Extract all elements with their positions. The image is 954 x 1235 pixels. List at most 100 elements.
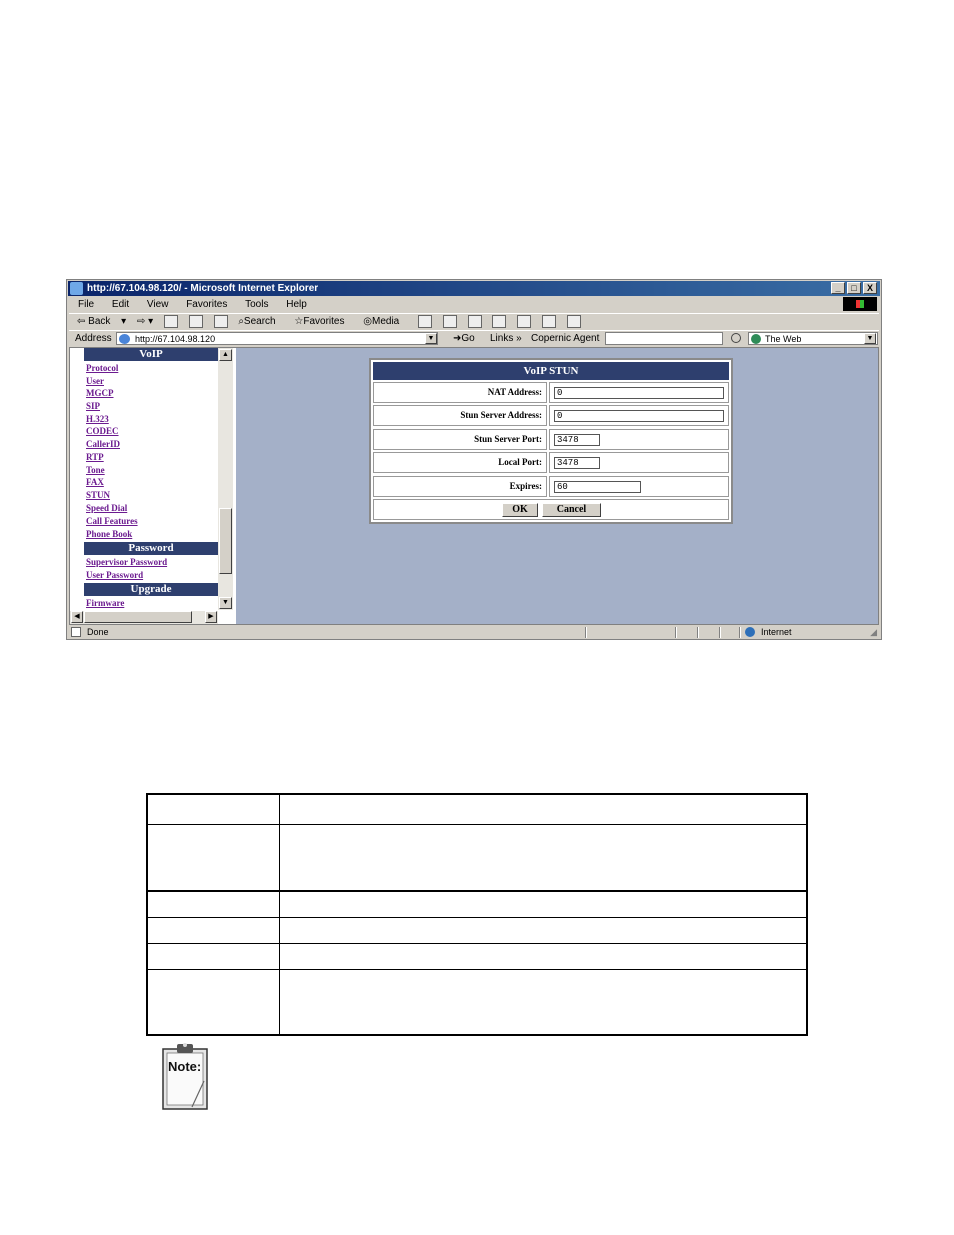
menu-view[interactable]: View [147, 297, 169, 312]
nav-link-stun[interactable]: STUN [86, 490, 110, 500]
nav-link-callerid[interactable]: CallerID [86, 439, 120, 449]
menu-help[interactable]: Help [286, 297, 307, 312]
menu-edit[interactable]: Edit [112, 297, 129, 312]
local-port-input[interactable] [554, 457, 600, 469]
close-button[interactable]: X [863, 282, 877, 294]
search-button[interactable]: ⌕Search [238, 314, 283, 330]
form-row-nat-address: NAT Address: [373, 382, 729, 403]
nav-link-protocol[interactable]: Protocol [86, 363, 118, 373]
favorites-button[interactable]: ☆Favorites [294, 314, 352, 330]
table-row-divider [148, 943, 806, 944]
forward-button[interactable]: ⇨ ▾ [137, 314, 153, 330]
address-url: http://67.104.98.120 [135, 334, 216, 344]
search-icon[interactable] [731, 333, 741, 343]
table-row-divider [148, 917, 806, 918]
nav-link-sip[interactable]: SIP [86, 401, 100, 411]
table-row-divider [148, 890, 806, 892]
main-frame: VoIP STUN NAT Address: Stun Server Addre… [236, 348, 878, 624]
edit-icon[interactable] [492, 314, 507, 328]
nat-address-label: NAT Address: [373, 382, 547, 403]
title-bar: http://67.104.98.120/ - Microsoft Intern… [68, 281, 880, 296]
voip-stun-form: VoIP STUN NAT Address: Stun Server Addre… [369, 358, 733, 524]
navigation-frame: VoIP Protocol User MGCP SIP H.323 CODEC … [70, 348, 234, 624]
menu-favorites[interactable]: Favorites [186, 297, 227, 312]
window-title: http://67.104.98.120/ - Microsoft Intern… [87, 283, 319, 294]
globe-icon [751, 334, 761, 344]
browser-window: http://67.104.98.120/ - Microsoft Intern… [66, 279, 882, 640]
favorites-label: Favorites [303, 316, 345, 327]
form-row-stun-server-port: Stun Server Port: [373, 429, 729, 450]
address-input[interactable]: http://67.104.98.120 [116, 332, 438, 345]
status-text: Done [87, 627, 109, 637]
nav-link-mgcp[interactable]: MGCP [86, 388, 114, 398]
form-row-local-port: Local Port: [373, 452, 729, 473]
nav-heading-voip: VoIP [84, 348, 218, 361]
nav-link-supervisor-password[interactable]: Supervisor Password [86, 557, 167, 567]
copernic-agent-label: Copernic Agent [531, 333, 600, 344]
discuss-icon[interactable] [517, 314, 532, 328]
scroll-thumb[interactable] [219, 508, 232, 574]
scroll-up-icon[interactable]: ▲ [219, 349, 232, 361]
table-column-divider [279, 795, 280, 1034]
search-scope-select[interactable]: The Web ▼ [748, 332, 878, 345]
home-icon[interactable] [213, 314, 228, 328]
history-icon[interactable] [418, 314, 433, 328]
nav-heading-password: Password [84, 542, 218, 555]
nat-address-input[interactable] [554, 387, 724, 399]
nav-link-codec[interactable]: CODEC [86, 426, 119, 436]
back-button[interactable]: ⇦ Back ▾ [77, 314, 126, 330]
nav-link-firmware[interactable]: Firmware [86, 598, 124, 608]
media-button[interactable]: ◎Media [363, 314, 407, 330]
windows-logo-icon [843, 297, 877, 311]
scroll-right-icon[interactable]: ▶ [205, 611, 217, 623]
internet-zone-icon [745, 627, 755, 637]
nav-horizontal-scrollbar[interactable]: ◀ ▶ [70, 611, 218, 624]
media-label: Media [372, 316, 400, 327]
nav-link-rtp[interactable]: RTP [86, 452, 104, 462]
go-button[interactable]: ➜Go [453, 331, 475, 347]
ok-button[interactable]: OK [502, 503, 538, 517]
resize-grip-icon[interactable]: ◢ [870, 626, 877, 639]
copernic-search-input[interactable] [605, 332, 723, 345]
scroll-down-icon[interactable]: ▼ [219, 597, 232, 609]
page-done-icon [71, 627, 81, 637]
nav-link-tone[interactable]: Tone [86, 465, 105, 475]
nav-link-call-features[interactable]: Call Features [86, 516, 138, 526]
search-scope-dropdown-button[interactable]: ▼ [864, 333, 876, 344]
stun-server-address-input[interactable] [554, 410, 724, 422]
expires-input[interactable] [554, 481, 641, 493]
research-icon[interactable] [566, 314, 581, 328]
nav-link-h323[interactable]: H.323 [86, 414, 109, 424]
menu-file[interactable]: File [78, 297, 94, 312]
table-row-divider [148, 824, 806, 825]
search-scope-value: The Web [765, 334, 802, 344]
hscroll-thumb[interactable] [84, 611, 192, 623]
ie-icon [70, 282, 83, 295]
form-row-stun-server-address: Stun Server Address: [373, 405, 729, 426]
stun-server-port-input[interactable] [554, 434, 600, 446]
menu-tools[interactable]: Tools [245, 297, 268, 312]
minimize-button[interactable]: _ [831, 282, 845, 294]
nav-link-phone-book[interactable]: Phone Book [86, 529, 132, 539]
browser-content: VoIP Protocol User MGCP SIP H.323 CODEC … [69, 347, 879, 625]
maximize-button[interactable]: □ [847, 282, 861, 294]
links-button[interactable]: Links » [490, 331, 522, 347]
refresh-icon[interactable] [188, 314, 203, 328]
messenger-icon[interactable] [541, 314, 556, 328]
cancel-button[interactable]: Cancel [542, 503, 601, 517]
address-bar: Address http://67.104.98.120 ▼ ➜Go Links… [69, 330, 879, 347]
nav-link-speed-dial[interactable]: Speed Dial [86, 503, 127, 513]
nav-link-user[interactable]: User [86, 376, 104, 386]
stop-icon[interactable] [163, 314, 178, 328]
nav-link-user-password[interactable]: User Password [86, 570, 143, 580]
nav-link-fax[interactable]: FAX [86, 477, 104, 487]
print-icon[interactable] [467, 314, 482, 328]
expires-label: Expires: [373, 476, 547, 497]
form-row-expires: Expires: [373, 476, 729, 497]
scroll-left-icon[interactable]: ◀ [71, 611, 83, 623]
status-divider [719, 627, 721, 638]
nav-vertical-scrollbar[interactable]: ▲ ▼ [218, 348, 233, 610]
status-divider [675, 627, 677, 638]
mail-icon[interactable] [442, 314, 457, 328]
address-dropdown-button[interactable]: ▼ [425, 333, 437, 344]
